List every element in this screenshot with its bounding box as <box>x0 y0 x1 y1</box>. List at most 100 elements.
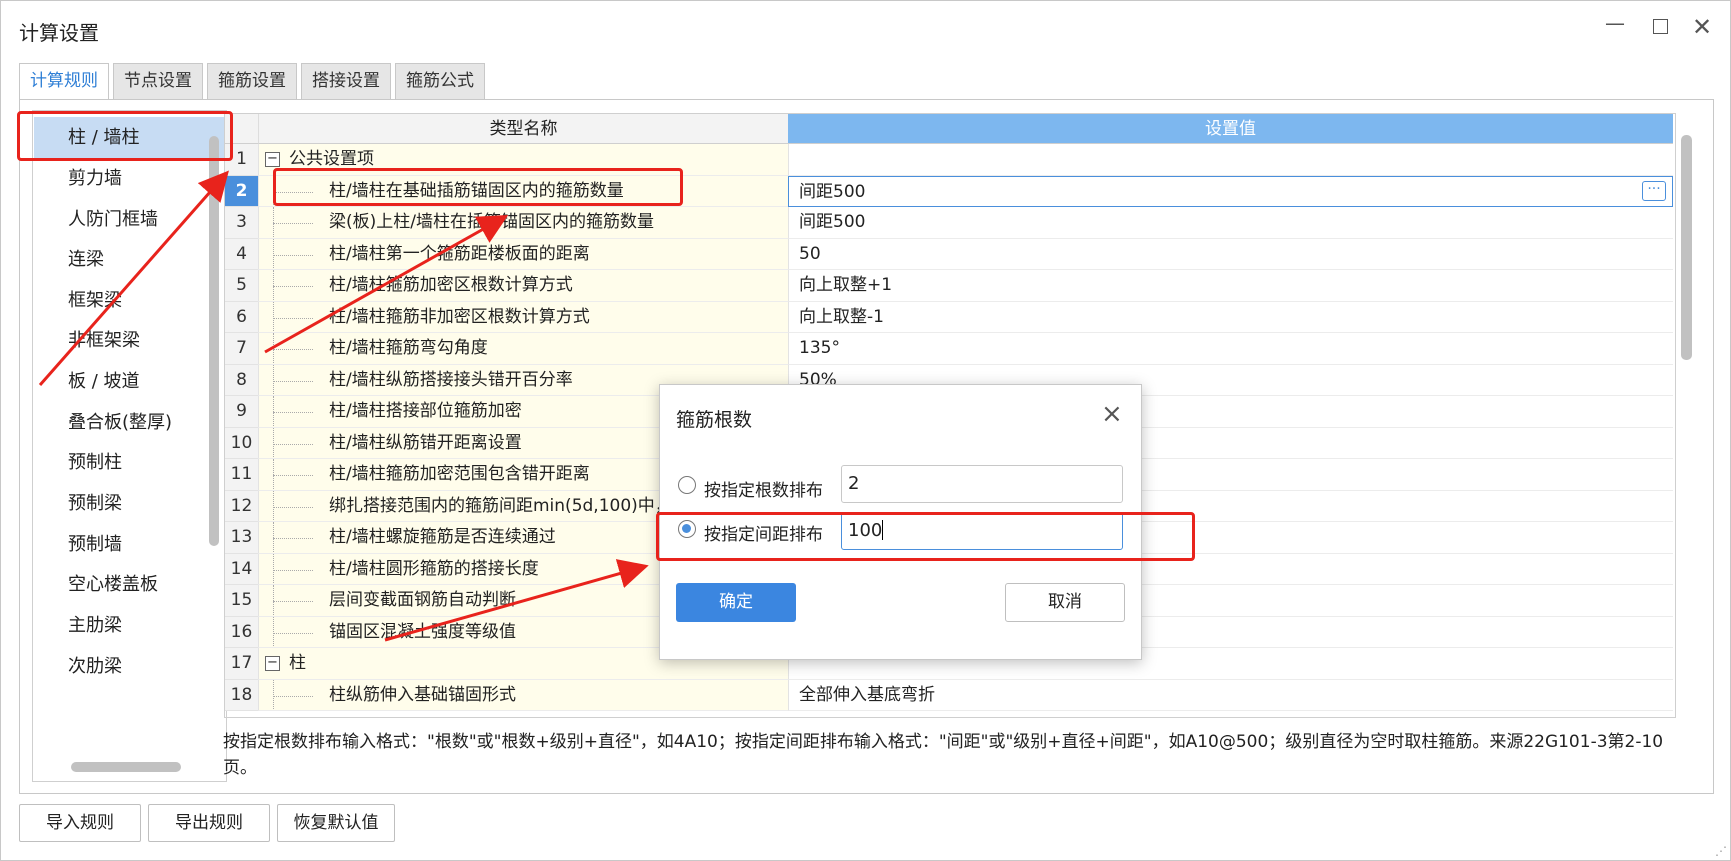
table-row[interactable]: 4 柱/墙柱第一个箍筋距楼板面的距离 50 <box>225 238 1673 270</box>
row-number: 7 <box>225 333 258 365</box>
count-input[interactable]: 2 <box>841 465 1123 503</box>
row-number: 3 <box>225 207 258 239</box>
name-text: 柱/墙柱圆形箍筋的搭接长度 <box>329 558 539 579</box>
row-number: 10 <box>225 427 258 459</box>
sidebar-item-composite-slab[interactable]: 叠合板(整厚) <box>34 402 224 444</box>
name-text: 柱/墙柱箍筋加密区根数计算方式 <box>329 275 573 295</box>
name-cell: 柱/墙柱箍筋加密区根数计算方式 <box>258 270 788 302</box>
name-text: 层间变截面钢筋自动判断 <box>329 590 516 610</box>
name-cell: 柱/墙柱箍筋非加密区根数计算方式 <box>258 301 788 333</box>
window-title: 计算设置 <box>19 21 99 45</box>
row-number: 15 <box>225 585 258 617</box>
table-vertical-scrollbar[interactable] <box>1681 135 1692 360</box>
import-rules-button[interactable]: 导入规则 <box>19 804 141 842</box>
radio-count-label[interactable]: 按指定根数排布 <box>704 476 823 501</box>
row-number: 4 <box>225 238 258 270</box>
row-number: 16 <box>225 616 258 648</box>
name-text: 梁(板)上柱/墙柱在插筋锚固区内的箍筋数量 <box>329 212 654 232</box>
sidebar-item-frame-beam[interactable]: 框架梁 <box>34 280 224 322</box>
sidebar-item-main-rib-beam[interactable]: 主肋梁 <box>34 605 224 647</box>
name-text: 锚固区混凝土强度等级值 <box>329 621 516 642</box>
name-text: 柱/墙柱箍筋加密范围包含错开距离 <box>329 464 590 484</box>
collapse-icon[interactable]: − <box>265 152 280 167</box>
name-text: 柱/墙柱螺旋箍筋是否连续通过 <box>329 527 556 547</box>
row-number: 18 <box>225 679 258 711</box>
tab-calc-rules[interactable]: 计算规则 <box>19 63 109 101</box>
tab-stirrup-settings[interactable]: 箍筋设置 <box>207 63 297 99</box>
name-cell: 柱/墙柱箍筋弯勾角度 <box>258 333 788 365</box>
close-icon[interactable]: ✕ <box>1692 13 1712 41</box>
table-row[interactable]: 3 梁(板)上柱/墙柱在插筋锚固区内的箍筋数量 间距500 <box>225 207 1673 239</box>
value-cell[interactable]: 向上取整-1 <box>788 301 1673 333</box>
row-number: 9 <box>225 396 258 428</box>
value-cell-editing[interactable]: 间距500 ··· <box>788 175 1673 207</box>
tab-lap-settings[interactable]: 搭接设置 <box>301 63 391 99</box>
name-text: 柱/墙柱纵筋错开距离设置 <box>329 432 522 453</box>
name-cell: 梁(板)上柱/墙柱在插筋锚固区内的箍筋数量 <box>258 207 788 239</box>
minimize-icon[interactable]: — <box>1605 11 1625 35</box>
maximize-icon[interactable] <box>1653 19 1668 34</box>
collapse-icon[interactable]: − <box>265 656 280 671</box>
annotation-box-sidebar <box>17 111 233 161</box>
sidebar-horizontal-scrollbar[interactable] <box>71 762 181 772</box>
sidebar-item-coupling-beam[interactable]: 连梁 <box>34 239 224 281</box>
value-cell[interactable]: 全部伸入基底弯折 <box>788 679 1673 711</box>
value-cell[interactable]: 135° <box>788 333 1673 365</box>
rule-description: 按指定根数排布输入格式："根数"或"根数+级别+直径"，如4A10；按指定间距排… <box>223 732 1664 778</box>
dialog-close-icon[interactable]: × <box>1101 399 1123 429</box>
name-text: 柱/墙柱纵筋搭接接头错开百分率 <box>329 369 573 390</box>
sidebar-item-non-frame-beam[interactable]: 非框架梁 <box>34 320 224 362</box>
sidebar-item-shear-wall[interactable]: 剪力墙 <box>34 158 224 200</box>
row-number: 2 <box>225 175 258 207</box>
row-number: 13 <box>225 522 258 554</box>
restore-defaults-button[interactable]: 恢复默认值 <box>277 804 395 842</box>
value-cell[interactable]: 50 <box>788 238 1673 270</box>
table-row[interactable]: 18 柱纵筋伸入基础锚固形式 全部伸入基底弯折 <box>225 679 1673 711</box>
table-row[interactable]: 7 柱/墙柱箍筋弯勾角度 135° <box>225 333 1673 365</box>
group-name: 柱 <box>289 653 306 673</box>
name-text: 柱/墙柱箍筋非加密区根数计算方式 <box>329 306 590 327</box>
sidebar-item-precast-beam[interactable]: 预制梁 <box>34 483 224 525</box>
name-cell: 柱/墙柱第一个箍筋距楼板面的距离 <box>258 238 788 270</box>
name-text: 柱/墙柱箍筋弯勾角度 <box>329 338 488 358</box>
value-text: 间距500 <box>799 181 866 202</box>
sidebar-item-precast-wall[interactable]: 预制墙 <box>34 524 224 566</box>
row-number: 14 <box>225 553 258 585</box>
dialog-title: 箍筋根数 <box>676 409 753 431</box>
sidebar-item-secondary-rib-beam[interactable]: 次肋梁 <box>34 646 224 688</box>
export-rules-button[interactable]: 导出规则 <box>148 804 270 842</box>
column-header-name[interactable]: 类型名称 <box>258 114 788 144</box>
group-name: 公共设置项 <box>289 149 374 169</box>
cancel-button[interactable]: 取消 <box>1005 583 1125 622</box>
row-number: 12 <box>225 490 258 522</box>
sidebar-item-slab-ramp[interactable]: 板 / 坡道 <box>34 361 224 403</box>
tab-bar: 计算规则 节点设置 箍筋设置 搭接设置 箍筋公式 <box>19 63 485 101</box>
name-text: 绑扎搭接范围内的箍筋间距min(5d,100)中， <box>329 495 672 516</box>
tab-stirrup-formula[interactable]: 箍筋公式 <box>395 63 485 99</box>
row-number: 8 <box>225 364 258 396</box>
name-text: 柱纵筋伸入基础锚固形式 <box>329 684 516 705</box>
table-row[interactable]: 5 柱/墙柱箍筋加密区根数计算方式 向上取整+1 <box>225 270 1673 302</box>
row-number: 11 <box>225 459 258 491</box>
row-number: 6 <box>225 301 258 333</box>
sidebar-item-civil-defense-door-frame[interactable]: 人防门框墙 <box>34 199 224 241</box>
annotation-box-row <box>273 168 683 206</box>
ok-button[interactable]: 确定 <box>676 583 796 622</box>
column-header-value[interactable]: 设置值 <box>788 114 1673 144</box>
annotation-box-dialog-option <box>656 512 1195 561</box>
tab-node-settings[interactable]: 节点设置 <box>113 63 203 99</box>
component-list: 柱 / 墙柱 剪力墙 人防门框墙 连梁 框架梁 非框架梁 板 / 坡道 叠合板(… <box>32 110 227 782</box>
resize-grip-icon[interactable]: ⋰ <box>1715 844 1727 858</box>
sidebar-item-hollow-slab[interactable]: 空心楼盖板 <box>34 564 224 606</box>
value-cell[interactable] <box>788 144 1673 176</box>
radio-count-layout[interactable] <box>678 476 696 494</box>
value-cell[interactable]: 向上取整+1 <box>788 270 1673 302</box>
value-cell[interactable]: 间距500 <box>788 207 1673 239</box>
sidebar-item-precast-column[interactable]: 预制柱 <box>34 442 224 484</box>
table-row[interactable]: 6 柱/墙柱箍筋非加密区根数计算方式 向上取整-1 <box>225 301 1673 333</box>
ellipsis-icon[interactable]: ··· <box>1642 180 1666 201</box>
name-text: 柱/墙柱搭接部位箍筋加密 <box>329 401 522 421</box>
sidebar-vertical-scrollbar[interactable] <box>209 136 219 546</box>
row-number: 17 <box>225 648 258 680</box>
name-text: 柱/墙柱第一个箍筋距楼板面的距离 <box>329 243 590 264</box>
